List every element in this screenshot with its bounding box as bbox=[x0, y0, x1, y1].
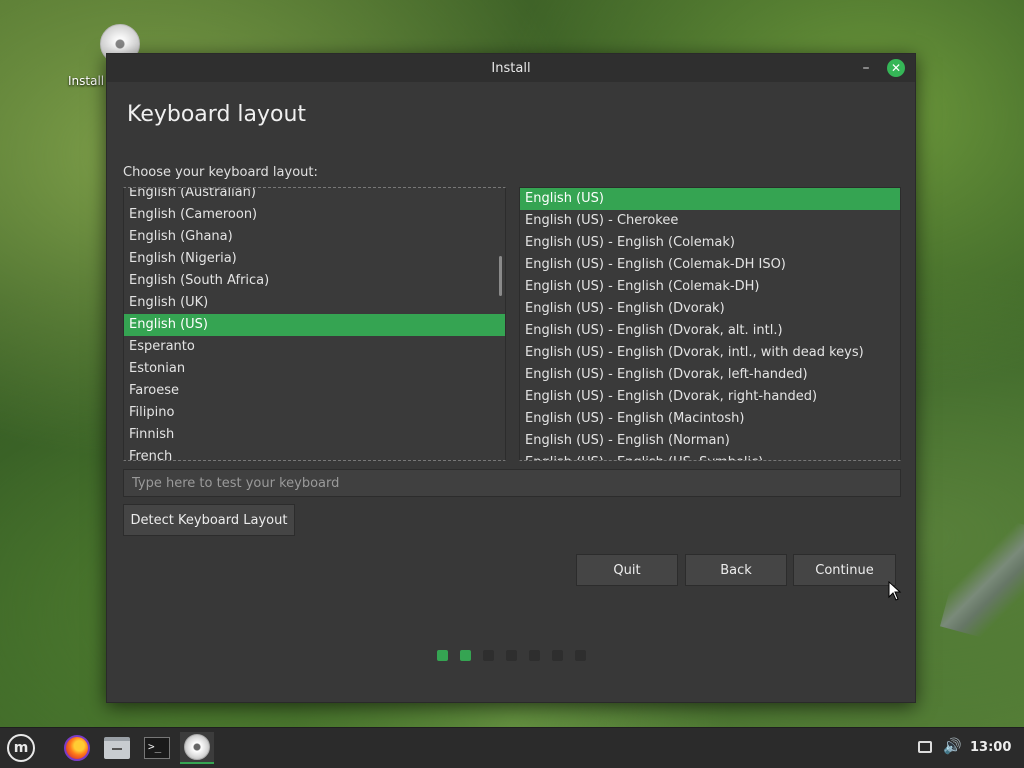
variant-list-item[interactable]: English (US) - English (Dvorak) bbox=[520, 298, 900, 320]
files-launcher[interactable] bbox=[100, 732, 134, 764]
variant-list-item[interactable]: English (US) - English (Dvorak, right-ha… bbox=[520, 386, 900, 408]
step-dot bbox=[506, 650, 517, 661]
menu-button[interactable]: m bbox=[4, 732, 38, 764]
layout-list-item[interactable]: French bbox=[124, 446, 505, 460]
layout-list-item[interactable]: English (Cameroon) bbox=[124, 204, 505, 226]
layout-list-item[interactable]: English (UK) bbox=[124, 292, 505, 314]
layout-list-item[interactable]: English (South Africa) bbox=[124, 270, 505, 292]
mouse-cursor-icon bbox=[888, 581, 902, 601]
firefox-launcher[interactable] bbox=[60, 732, 94, 764]
step-dot bbox=[529, 650, 540, 661]
step-dot bbox=[552, 650, 563, 661]
mint-logo-icon: m bbox=[7, 734, 35, 762]
disc-icon bbox=[184, 734, 210, 760]
layout-list-item[interactable]: English (Nigeria) bbox=[124, 248, 505, 270]
desktop-road bbox=[940, 510, 1024, 650]
window-titlebar[interactable]: Install – ✕ bbox=[107, 54, 915, 82]
continue-button[interactable]: Continue bbox=[793, 554, 896, 586]
step-dot bbox=[483, 650, 494, 661]
variant-list-item[interactable]: English (US) - English (US, Symbolic) bbox=[520, 452, 900, 460]
variant-list-item[interactable]: English (US) - English (Norman) bbox=[520, 430, 900, 452]
layout-list-item[interactable]: Filipino bbox=[124, 402, 505, 424]
back-button[interactable]: Back bbox=[685, 554, 787, 586]
volume-icon[interactable]: 🔊 bbox=[943, 737, 962, 755]
desktop-install-label: Install bbox=[68, 74, 105, 88]
layout-list-item[interactable]: Esperanto bbox=[124, 336, 505, 358]
quit-button[interactable]: Quit bbox=[576, 554, 678, 586]
window-title: Install bbox=[491, 60, 531, 76]
variant-list-item[interactable]: English (US) - English (Dvorak, alt. int… bbox=[520, 320, 900, 342]
variant-list-item[interactable]: English (US) - English (Colemak-DH) bbox=[520, 276, 900, 298]
variant-list-item[interactable]: English (US) - English (Dvorak, left-han… bbox=[520, 364, 900, 386]
variant-list-item[interactable]: English (US) - English (Colemak) bbox=[520, 232, 900, 254]
step-dot bbox=[460, 650, 471, 661]
layout-list-item[interactable]: English (Ghana) bbox=[124, 226, 505, 248]
close-icon[interactable]: ✕ bbox=[887, 59, 905, 77]
layout-list-item[interactable]: Faroese bbox=[124, 380, 505, 402]
variant-list-item[interactable]: English (US) - English (Dvorak, intl., w… bbox=[520, 342, 900, 364]
minimize-icon[interactable]: – bbox=[857, 58, 875, 76]
network-icon[interactable] bbox=[918, 741, 932, 753]
clock[interactable]: 13:00 bbox=[970, 740, 1011, 755]
page-title: Keyboard layout bbox=[127, 102, 307, 127]
layout-list-item[interactable]: Finnish bbox=[124, 424, 505, 446]
variant-list-item[interactable]: English (US) - Cherokee bbox=[520, 210, 900, 232]
layout-list-scrollbar[interactable] bbox=[499, 256, 502, 296]
installer-window: Install – ✕ Keyboard layout Choose your … bbox=[106, 53, 916, 703]
step-progress bbox=[437, 650, 586, 661]
step-dot bbox=[437, 650, 448, 661]
variant-list[interactable]: English (US) English (US) - Cherokee Engli… bbox=[519, 187, 901, 461]
keyboard-test-input[interactable] bbox=[123, 469, 901, 497]
layout-prompt: Choose your keyboard layout: bbox=[123, 165, 318, 180]
step-dot bbox=[575, 650, 586, 661]
variant-list-item[interactable]: English (US) - English (Macintosh) bbox=[520, 408, 900, 430]
terminal-icon: >_ bbox=[144, 737, 170, 759]
layout-list-item[interactable]: English (Australian) bbox=[124, 188, 505, 204]
installer-task[interactable] bbox=[180, 732, 214, 764]
terminal-launcher[interactable]: >_ bbox=[140, 732, 174, 764]
variant-list-item[interactable]: English (US) - English (Colemak-DH ISO) bbox=[520, 254, 900, 276]
layout-list-item[interactable]: Estonian bbox=[124, 358, 505, 380]
firefox-icon bbox=[64, 735, 90, 761]
taskbar: m >_ 🔊 13:00 bbox=[0, 727, 1024, 768]
folder-icon bbox=[104, 737, 130, 759]
detect-layout-button[interactable]: Detect Keyboard Layout bbox=[123, 504, 295, 536]
layout-list[interactable]: English (Australian) English (Cameroon) En… bbox=[123, 187, 506, 461]
variant-list-item[interactable]: English (US) bbox=[520, 188, 900, 210]
layout-list-item[interactable]: English (US) bbox=[124, 314, 505, 336]
